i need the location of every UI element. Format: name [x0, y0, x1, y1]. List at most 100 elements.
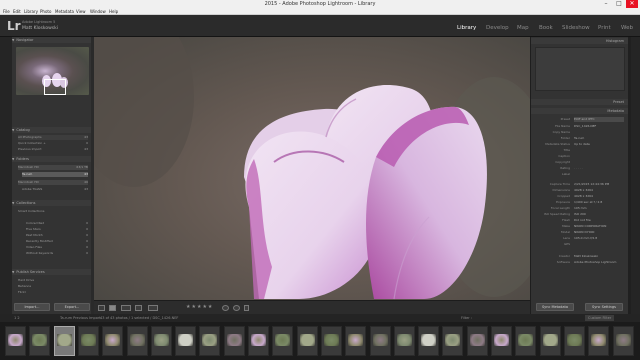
close-button[interactable]: ✕ — [626, 0, 638, 8]
menu-edit[interactable]: Edit — [13, 8, 21, 15]
filmstrip-thumbnail[interactable] — [53, 326, 75, 356]
filmstrip-thumbnail[interactable] — [296, 326, 318, 356]
filmstrip-thumbnail[interactable] — [418, 326, 440, 356]
filmstrip-thumbnail[interactable] — [539, 326, 561, 356]
filmstrip-thumbnail[interactable] — [272, 326, 294, 356]
publish-service-item[interactable]: Flickr — [18, 290, 88, 295]
filmstrip-thumbnail[interactable] — [77, 326, 99, 356]
folder-item[interactable]: Adobe TGIAIS 43 — [22, 187, 88, 192]
rotate-left-icon[interactable] — [222, 305, 229, 311]
grid-view-icon[interactable] — [98, 305, 105, 311]
thumbnail-image — [372, 334, 388, 346]
menu-view[interactable]: View — [76, 8, 86, 15]
collection-item[interactable]: Colored Red 0 — [26, 221, 88, 226]
metadata-header[interactable]: Metadata — [531, 108, 628, 114]
quick-develop-header[interactable]: Preset — [531, 99, 628, 105]
thumbnail-image — [80, 334, 96, 346]
source-breadcrumb[interactable]: Ta-rum Previous Import — [60, 314, 101, 322]
collection-item[interactable]: Video Files 0 — [26, 245, 88, 250]
sync-metadata-button[interactable]: Sync Metadata — [536, 303, 574, 311]
histogram-header[interactable]: Histogram — [531, 38, 628, 44]
filmstrip-thumbnail[interactable] — [563, 326, 585, 356]
menu-window[interactable]: Window — [90, 8, 106, 15]
collections-header[interactable]: ▼ Collections — [12, 200, 92, 206]
menu-help[interactable]: Help — [109, 8, 118, 15]
export-button[interactable]: Export... — [54, 303, 90, 311]
rotate-right-icon[interactable] — [233, 305, 240, 311]
metadata-row: Caption — [558, 154, 570, 158]
module-library[interactable]: Library — [457, 25, 476, 31]
filmstrip-thumbnail[interactable] — [345, 326, 367, 356]
catalog-item[interactable]: Previous Import 43 — [18, 147, 88, 152]
filmstrip-thumbnail[interactable] — [320, 326, 342, 356]
collections-title: Collections — [16, 201, 36, 205]
survey-view-icon[interactable] — [135, 305, 142, 311]
module-slideshow[interactable]: Slideshow — [562, 25, 590, 31]
filmstrip[interactable] — [0, 322, 640, 360]
minimize-button[interactable]: – — [600, 0, 612, 8]
module-develop[interactable]: Develop — [486, 25, 509, 31]
catalog-header[interactable]: ▼ Catalog — [12, 127, 92, 133]
filmstrip-thumbnail[interactable] — [442, 326, 464, 356]
menu-library[interactable]: Library — [24, 8, 38, 15]
filmstrip-thumbnail[interactable] — [588, 326, 610, 356]
maximize-button[interactable]: □ — [613, 0, 625, 8]
filmstrip-thumbnail[interactable] — [150, 326, 172, 356]
sync-settings-button[interactable]: Sync Settings — [585, 303, 623, 311]
folder-item-selected[interactable]: Ta-rum 43 — [22, 172, 88, 177]
filmstrip-thumbnail[interactable] — [102, 326, 124, 356]
menu-metadata[interactable]: Metadata — [55, 8, 74, 15]
collection-item[interactable]: Five Stars 0 — [26, 227, 88, 232]
filmstrip-thumbnail[interactable] — [126, 326, 148, 356]
collection-item[interactable]: Without Keywords 0 — [26, 251, 88, 256]
filter-preset-select[interactable]: Custom Filter — [585, 315, 615, 321]
metadata-title: Metadata — [607, 109, 624, 113]
module-web[interactable]: Web — [621, 25, 633, 31]
filmstrip-thumbnail[interactable] — [369, 326, 391, 356]
volume-item[interactable]: Macintosh HD 63/1 TB — [18, 165, 88, 170]
module-print[interactable]: Print — [598, 25, 611, 31]
module-book[interactable]: Book — [539, 25, 553, 31]
navigator-header[interactable]: ▼ Navigator — [12, 37, 92, 43]
loupe-view-icon[interactable] — [109, 305, 116, 311]
filmstrip-header: 1 2 Ta-rum Previous Import 43 of 43 phot… — [0, 314, 640, 322]
star-rating[interactable]: ★★★★★ — [186, 304, 213, 310]
module-map[interactable]: Map — [517, 25, 529, 31]
navigator-viewport-rect[interactable] — [44, 79, 66, 95]
loupe-view[interactable] — [94, 37, 530, 300]
filmstrip-thumbnail[interactable] — [199, 326, 221, 356]
right-panel-scrollbar[interactable] — [628, 37, 631, 314]
collection-set[interactable]: Smart Collections — [18, 209, 88, 214]
filmstrip-thumbnail[interactable] — [515, 326, 537, 356]
filmstrip-thumbnail[interactable] — [248, 326, 269, 356]
page-switcher[interactable]: 1 2 — [14, 314, 20, 322]
publish-service-item[interactable]: Hard Drive — [18, 278, 88, 283]
menu-photo[interactable]: Photo — [40, 8, 51, 15]
filmstrip-thumbnail[interactable] — [393, 326, 415, 356]
histogram — [535, 47, 625, 91]
filmstrip-thumbnail[interactable] — [175, 326, 197, 356]
folders-header[interactable]: ▼ Folders — [12, 156, 92, 162]
people-view-icon[interactable] — [148, 305, 158, 311]
filmstrip-thumbnail[interactable] — [491, 326, 512, 356]
navigator-title: Navigator — [16, 38, 34, 42]
catalog-item[interactable]: Quick Collection +0 — [18, 141, 88, 146]
volume-item[interactable]: Macintosh HD 46 — [18, 180, 88, 185]
navigator-preview[interactable] — [16, 47, 89, 95]
filmstrip-thumbnail[interactable] — [612, 326, 634, 356]
filmstrip-thumbnail[interactable] — [29, 326, 51, 356]
collection-item[interactable]: Recently Modified 0 — [26, 239, 88, 244]
compare-view-icon[interactable] — [121, 305, 131, 311]
filmstrip-thumbnail[interactable] — [5, 326, 26, 356]
left-panel-edge[interactable] — [0, 37, 12, 314]
menu-file[interactable]: File — [3, 8, 10, 15]
publish-service-item[interactable]: Behance — [18, 284, 88, 289]
metadata-row: Label — [561, 172, 570, 176]
import-button[interactable]: Import... — [14, 303, 50, 311]
toolbar-menu-icon[interactable] — [244, 305, 249, 311]
catalog-item[interactable]: All Photographs 43 — [18, 135, 88, 140]
publish-services-header[interactable]: ▼ Publish Services — [12, 269, 92, 275]
filmstrip-thumbnail[interactable] — [223, 326, 245, 356]
collection-item[interactable]: Past Month 0 — [26, 233, 88, 238]
filmstrip-thumbnail[interactable] — [466, 326, 488, 356]
